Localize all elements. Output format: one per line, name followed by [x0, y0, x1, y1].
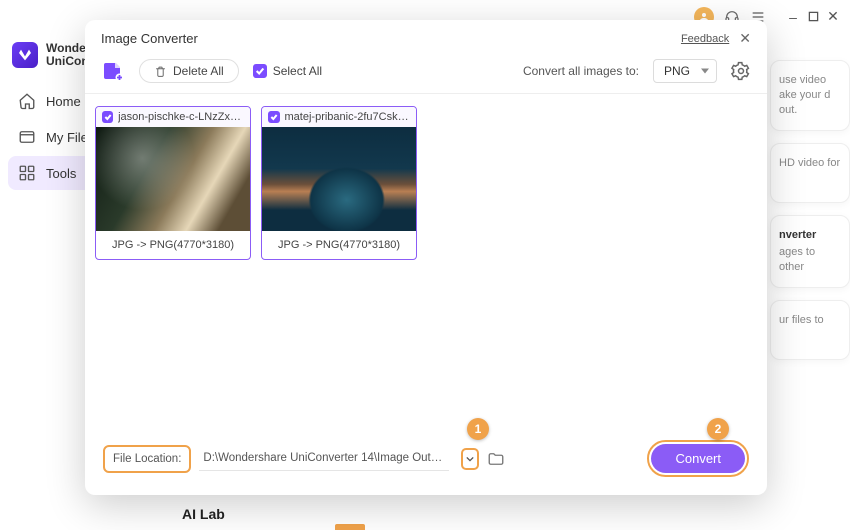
home-icon — [18, 92, 36, 110]
section-ai-lab: AI Lab — [182, 506, 225, 522]
window-maximize-icon[interactable] — [806, 10, 820, 24]
convert-label: Convert — [675, 451, 721, 466]
file-location-field[interactable]: D:\Wondershare UniConverter 14\Image Out… — [199, 446, 449, 471]
checkbox-checked-icon[interactable] — [102, 111, 113, 123]
open-folder-icon[interactable] — [487, 450, 505, 468]
convert-button-highlight: Convert — [647, 440, 749, 477]
image-thumbnail — [96, 127, 250, 231]
callout-badge-1: 1 — [467, 418, 489, 440]
card-footer: JPG -> PNG(4770*3180) — [96, 231, 250, 259]
image-converter-modal: Image Converter Feedback ✕ Delete All Se… — [85, 20, 767, 495]
convert-button[interactable]: Convert — [651, 444, 745, 473]
format-select[interactable]: PNG — [653, 59, 717, 83]
select-all-label: Select All — [273, 64, 322, 78]
bg-card: HD video for — [770, 143, 850, 203]
format-value: PNG — [664, 64, 690, 78]
bg-card: use video ake your d out. — [770, 60, 850, 131]
delete-all-button[interactable]: Delete All — [139, 59, 239, 83]
add-image-icon[interactable] — [101, 59, 125, 83]
convert-all-label: Convert all images to: — [523, 64, 639, 78]
file-location-label: File Location: — [103, 445, 191, 473]
tools-icon — [18, 164, 36, 182]
image-thumbnail — [262, 127, 416, 231]
files-icon — [18, 128, 36, 146]
callout-badge-2: 2 — [707, 418, 729, 440]
bg-card: ur files to — [770, 300, 850, 360]
delete-all-label: Delete All — [173, 64, 224, 78]
sidebar-label: Tools — [46, 166, 76, 181]
app-logo-icon — [12, 42, 38, 68]
window-minimize-icon[interactable]: – — [786, 10, 800, 24]
file-grid: jason-pischke-c-LNzZxJtZ... JPG -> PNG(4… — [85, 94, 767, 426]
trash-icon — [154, 65, 167, 78]
checkbox-checked-icon — [253, 64, 267, 78]
background-cards: use video ake your d out. HD video for n… — [770, 60, 850, 372]
image-card[interactable]: matej-pribanic-2fu7CskIT... JPG -> PNG(4… — [261, 106, 417, 260]
path-dropdown-button[interactable] — [461, 448, 479, 470]
checkbox-checked-icon[interactable] — [268, 111, 280, 123]
bg-card: nverterages to other — [770, 215, 850, 289]
settings-icon[interactable] — [731, 61, 751, 81]
select-all-checkbox[interactable]: Select All — [253, 64, 322, 78]
close-icon[interactable]: ✕ — [739, 30, 751, 47]
toolbar: Delete All Select All Convert all images… — [85, 53, 767, 94]
sidebar-label: Home — [46, 94, 81, 109]
brand-text: Wonde UniCon — [46, 42, 89, 68]
file-name: jason-pischke-c-LNzZxJtZ... — [118, 111, 244, 123]
modal-footer: 1 2 File Location: D:\Wondershare UniCon… — [85, 426, 767, 495]
file-name: matej-pribanic-2fu7CskIT... — [285, 111, 410, 123]
accent-strip — [335, 524, 365, 530]
window-close-icon[interactable]: ✕ — [826, 10, 840, 24]
image-card[interactable]: jason-pischke-c-LNzZxJtZ... JPG -> PNG(4… — [95, 106, 251, 260]
file-location-path: D:\Wondershare UniConverter 14\Image Out… — [199, 446, 449, 470]
modal-title: Image Converter — [101, 31, 198, 46]
feedback-link[interactable]: Feedback — [681, 33, 729, 45]
sidebar-label: My File — [46, 130, 88, 145]
card-footer: JPG -> PNG(4770*3180) — [262, 231, 416, 259]
